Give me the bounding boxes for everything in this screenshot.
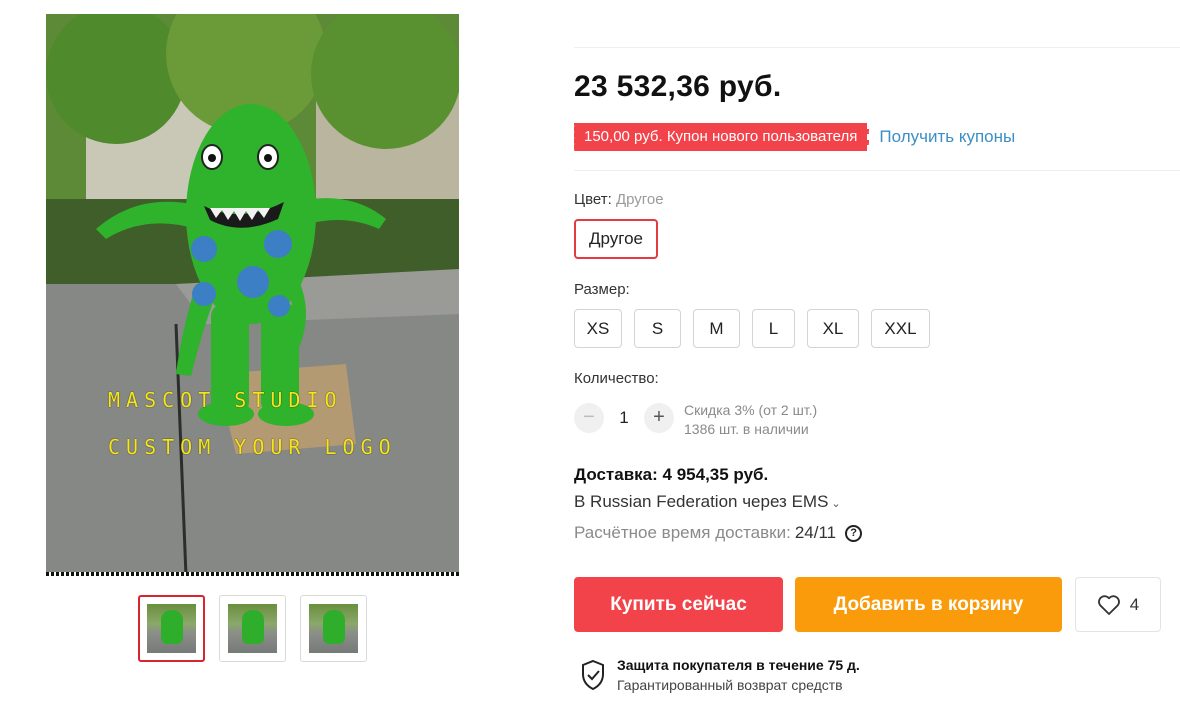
shipping-cost: Доставка: 4 954,35 руб. <box>574 465 768 485</box>
chevron-down-icon: ⌄ <box>831 498 841 510</box>
thumbnail-image <box>228 604 277 653</box>
delivery-time: Расчётное время доставки: 24/11 ? <box>574 523 863 543</box>
help-icon[interactable]: ? <box>845 524 863 542</box>
size-option-s[interactable]: S <box>634 309 681 348</box>
quantity-stepper: − 1 + <box>574 403 674 433</box>
buy-now-button[interactable]: Купить сейчас <box>574 577 783 632</box>
color-selected-value: Другое <box>615 191 664 208</box>
shield-check-icon <box>582 659 604 691</box>
coupon-badge: 150,00 руб. Купон нового пользователя <box>571 123 872 151</box>
main-product-image[interactable]: MASCOT STUDIO CUSTOM YOUR LOGO <box>46 14 459 576</box>
coupon-row: 150,00 руб. Купон нового пользователя По… <box>571 123 1015 151</box>
divider <box>574 170 1180 171</box>
get-coupons-link[interactable]: Получить купоны <box>879 127 1015 147</box>
size-option-l[interactable]: L <box>752 309 795 348</box>
size-option-xs[interactable]: XS <box>574 309 622 348</box>
shipping-cost-label: Доставка: <box>574 465 658 484</box>
thumbnail-3[interactable] <box>300 595 367 662</box>
quantity-value[interactable]: 1 <box>604 408 644 428</box>
buyer-protection-title: Защита покупателя в течение 75 д. <box>617 657 860 673</box>
add-to-cart-button[interactable]: Добавить в корзину <box>795 577 1062 632</box>
stock-info: Скидка 3% (от 2 шт.) 1386 шт. в наличии <box>684 401 817 439</box>
shipping-route-selector[interactable]: В Russian Federation через EMS ⌄ <box>574 492 841 512</box>
size-option-m[interactable]: M <box>693 309 740 348</box>
mascot-photo <box>46 14 459 576</box>
thumbnail-2[interactable] <box>219 595 286 662</box>
size-options: XS S M L XL XXL <box>574 309 930 348</box>
delivery-time-label: Расчётное время доставки: <box>574 523 791 542</box>
watermark-line-1: MASCOT STUDIO <box>108 388 343 412</box>
shipping-cost-value: 4 954,35 руб. <box>662 465 769 484</box>
wishlist-button[interactable]: 4 <box>1075 577 1161 632</box>
thumbnail-image <box>309 604 358 653</box>
color-label: Цвет: Другое <box>574 191 664 208</box>
shipping-route-text: В Russian Federation через EMS <box>574 492 829 511</box>
quantity-decrease-button[interactable]: − <box>574 403 604 433</box>
thumbnail-1[interactable] <box>138 595 205 662</box>
thumbnail-image <box>147 604 196 653</box>
size-option-xxl[interactable]: XXL <box>871 309 930 348</box>
product-price: 23 532,36 руб. <box>574 70 782 103</box>
discount-text: Скидка 3% (от 2 шт.) <box>684 402 818 418</box>
color-label-text: Цвет: <box>574 191 612 208</box>
size-option-xl[interactable]: XL <box>807 309 859 348</box>
thumbnail-strip <box>138 595 367 662</box>
stock-count: 1386 шт. в наличии <box>684 421 809 437</box>
color-option-other[interactable]: Другое <box>574 219 659 259</box>
heart-icon <box>1097 594 1120 615</box>
quantity-label: Количество: <box>574 370 659 387</box>
wishlist-count: 4 <box>1129 594 1140 614</box>
delivery-time-value: 24/11 <box>794 523 837 542</box>
size-label: Размер: <box>574 281 630 298</box>
divider <box>574 47 1180 48</box>
watermark-line-2: CUSTOM YOUR LOGO <box>108 435 397 459</box>
buyer-protection-subtitle: Гарантированный возврат средств <box>617 677 843 693</box>
quantity-increase-button[interactable]: + <box>644 403 674 433</box>
